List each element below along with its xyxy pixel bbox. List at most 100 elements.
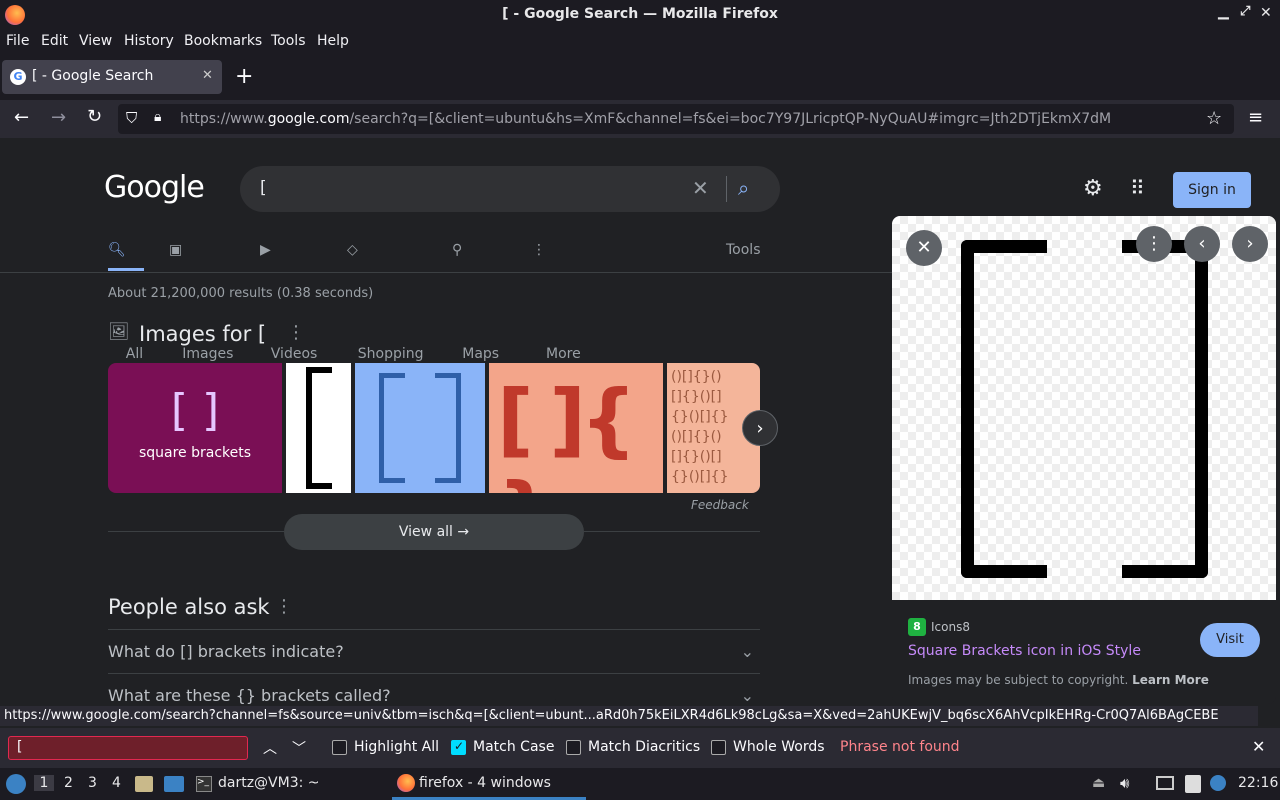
image-result-4[interactable]: [ ]{ } — [489, 363, 663, 493]
learn-more-link[interactable]: Learn More — [1132, 673, 1209, 687]
menu-view[interactable]: View — [79, 33, 112, 49]
search-icon[interactable]: ⌕ — [738, 176, 749, 200]
workspace-4[interactable]: 4 — [112, 775, 121, 791]
tab-tools[interactable]: Tools — [726, 242, 761, 258]
image-3-right-bracket — [435, 373, 461, 483]
search-box[interactable]: [ ✕ ⌕ — [240, 166, 780, 212]
find-next-icon[interactable]: ﹀ — [292, 738, 306, 758]
menu-tools[interactable]: Tools — [271, 33, 306, 49]
sign-in-button[interactable]: Sign in — [1173, 172, 1251, 208]
preview-image[interactable] — [892, 216, 1276, 600]
forward-icon[interactable]: → — [51, 107, 66, 128]
menu-file[interactable]: File — [6, 33, 29, 49]
find-status: Phrase not found — [840, 739, 960, 755]
upload-icon[interactable]: ⏏ — [1092, 775, 1105, 791]
preview-source[interactable]: Icons8 — [931, 620, 970, 634]
tab-all-underline — [108, 268, 144, 271]
maximize-icon[interactable]: ⤢ — [1240, 4, 1250, 19]
tab-maps[interactable]: ⚲ Maps — [452, 242, 499, 362]
section-divider — [108, 531, 284, 532]
tab-videos[interactable]: ▶ Videos — [260, 242, 317, 362]
images-heading[interactable]: Images for [ — [139, 322, 266, 346]
taskbar-firefox[interactable]: firefox - 4 windows — [419, 775, 551, 791]
image-section-icon: 🖼︎ — [108, 322, 130, 342]
new-tab-icon[interactable]: + — [235, 64, 253, 89]
bookmark-star-icon[interactable]: ☆ — [1206, 108, 1222, 129]
tab-google-search[interactable]: G [ - Google Search ✕ — [2, 60, 222, 94]
preview-prev-button[interactable]: ‹ — [1184, 226, 1220, 262]
whole-words-label[interactable]: Whole Words — [733, 739, 825, 755]
visit-button[interactable]: Visit — [1200, 623, 1260, 657]
find-previous-icon[interactable]: ︿ — [263, 738, 277, 758]
lock-icon[interactable]: 🔒︎ — [154, 109, 161, 125]
highlight-all-checkbox[interactable] — [332, 740, 347, 755]
status-url: https://www.google.com/search?channel=fs… — [0, 706, 1258, 726]
workspace-1[interactable]: 1 — [34, 775, 54, 791]
menu-bookmarks[interactable]: Bookmarks — [184, 33, 262, 49]
settings-gear-icon[interactable]: ⚙ — [1083, 176, 1103, 201]
view-all-button[interactable]: View all → — [284, 514, 584, 550]
clipboard-icon[interactable] — [1185, 775, 1201, 793]
start-menu-icon[interactable] — [6, 774, 26, 794]
file-manager-icon[interactable] — [135, 776, 153, 792]
carousel-next-button[interactable]: › — [742, 410, 778, 446]
workspace-3[interactable]: 3 — [88, 775, 97, 791]
hamburger-menu-icon[interactable]: ≡ — [1248, 107, 1263, 128]
match-case-checkbox[interactable]: ✓ — [451, 739, 466, 755]
preview-next-button[interactable]: › — [1232, 226, 1268, 262]
match-diacritics-label[interactable]: Match Diacritics — [588, 739, 700, 755]
feedback-link[interactable]: Feedback — [691, 498, 749, 512]
desktop-icon[interactable] — [164, 776, 184, 792]
preview-title-link[interactable]: Square Brackets icon in iOS Style — [908, 643, 1141, 659]
shield-icon[interactable]: ⛉ — [126, 109, 137, 127]
search-input[interactable]: [ — [260, 178, 267, 198]
menu-help[interactable]: Help — [317, 33, 349, 49]
window-titlebar: [ - Google Search — Mozilla Firefox ▁ ⤢ … — [0, 0, 1280, 30]
image-result-2[interactable] — [286, 363, 351, 493]
paa-more-icon[interactable]: ⋮ — [275, 596, 293, 617]
tab-title: [ - Google Search — [32, 68, 154, 84]
image-2-bracket — [306, 367, 332, 489]
image-result-1[interactable]: [ ] square brackets — [108, 363, 282, 493]
workspace-2[interactable]: 2 — [64, 775, 73, 791]
volume-icon[interactable]: 🔊︎ — [1120, 774, 1129, 792]
checkmark-icon: ✓ — [454, 739, 465, 753]
preview-right-bracket — [1122, 240, 1208, 578]
reload-icon[interactable]: ↻ — [87, 106, 102, 127]
image-result-3[interactable] — [355, 363, 485, 493]
address-bar[interactable]: ⛉ 🔒︎ https://www.google.com/search?q=[&c… — [118, 104, 1234, 134]
paa-question-1[interactable]: What do [] brackets indicate? ⌄ — [108, 629, 760, 673]
close-preview-button[interactable]: ✕ — [906, 230, 942, 266]
firefox-taskbar-icon — [397, 774, 415, 792]
tab-all[interactable]: 🔍︎ All — [108, 242, 143, 362]
taskbar-terminal[interactable]: dartz@VM3: ~ — [218, 775, 320, 791]
tab-shopping[interactable]: ◇ Shopping — [347, 242, 424, 362]
preview-more-button[interactable]: ⋮ — [1136, 226, 1172, 262]
image-4-shapes: [ ]{ } — [497, 373, 637, 493]
menu-edit[interactable]: Edit — [41, 33, 68, 49]
url-text[interactable]: https://www.google.com/search?q=[&client… — [180, 111, 1111, 127]
network-icon[interactable] — [1156, 776, 1174, 790]
match-diacritics-checkbox[interactable] — [566, 740, 581, 755]
close-window-icon[interactable]: ✕ — [1260, 5, 1272, 21]
match-case-label[interactable]: Match Case — [473, 739, 554, 755]
minimize-icon[interactable]: ▁ — [1218, 4, 1229, 20]
clear-search-icon[interactable]: ✕ — [692, 176, 709, 200]
highlight-all-label[interactable]: Highlight All — [354, 739, 439, 755]
terminal-icon: >_ — [196, 776, 212, 792]
images-more-icon[interactable]: ⋮ — [287, 322, 305, 343]
tab-images[interactable]: ▣ Images — [169, 242, 233, 362]
back-icon[interactable]: ← — [14, 107, 29, 128]
google-logo[interactable]: Google — [104, 170, 205, 205]
paa-question-2[interactable]: What are these {} brackets called? ⌄ — [108, 673, 760, 706]
chevron-down-icon: ⌄ — [740, 642, 754, 661]
close-find-icon[interactable]: ✕ — [1252, 737, 1265, 756]
notification-icon[interactable] — [1210, 775, 1226, 791]
whole-words-checkbox[interactable] — [711, 740, 726, 755]
find-input[interactable]: [ — [8, 736, 248, 760]
menu-history[interactable]: History — [124, 33, 174, 49]
copyright-note: Images may be subject to copyright. Lear… — [908, 673, 1209, 687]
tab-close-icon[interactable]: ✕ — [202, 68, 213, 83]
tab-more[interactable]: ⋮ More — [532, 242, 581, 362]
apps-grid-icon[interactable]: ⠿ — [1130, 176, 1145, 200]
